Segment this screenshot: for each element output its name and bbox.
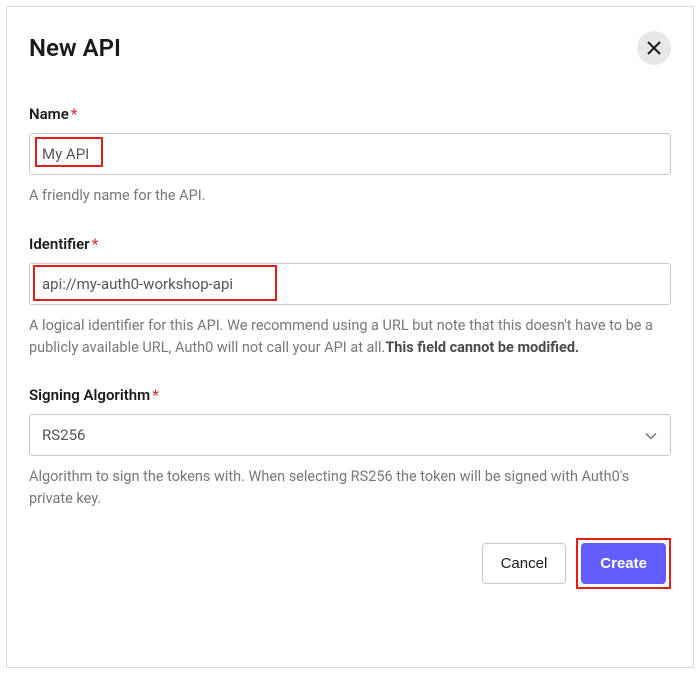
name-label-text: Name xyxy=(29,105,69,123)
name-helper-text: A friendly name for the API. xyxy=(29,185,671,207)
identifier-helper-text: A logical identifier for this API. We re… xyxy=(29,315,671,359)
dialog-title: New API xyxy=(29,34,121,62)
algorithm-label: Signing Algorithm* xyxy=(29,386,671,404)
identifier-field-group: Identifier* A logical identifier for thi… xyxy=(29,235,671,359)
identifier-label: Identifier* xyxy=(29,235,671,253)
algorithm-helper-text: Algorithm to sign the tokens with. When … xyxy=(29,466,671,510)
create-button[interactable]: Create xyxy=(581,543,666,584)
name-field-group: Name* A friendly name for the API. xyxy=(29,105,671,207)
algorithm-field-group: Signing Algorithm* RS256 Algorithm to si… xyxy=(29,386,671,510)
required-indicator: * xyxy=(152,386,159,404)
algorithm-select-wrap: RS256 xyxy=(29,414,671,456)
algorithm-label-text: Signing Algorithm xyxy=(29,386,150,404)
identifier-input-wrap xyxy=(29,263,671,305)
required-indicator: * xyxy=(71,105,78,123)
close-icon xyxy=(647,41,661,55)
name-input[interactable] xyxy=(29,133,671,175)
identifier-helper-bold: This field cannot be modified. xyxy=(385,339,579,356)
required-indicator: * xyxy=(92,235,99,253)
close-button[interactable] xyxy=(637,31,671,65)
name-input-wrap xyxy=(29,133,671,175)
create-highlight: Create xyxy=(576,538,671,589)
cancel-button[interactable]: Cancel xyxy=(482,543,567,584)
dialog-header: New API xyxy=(29,31,671,65)
algorithm-selected-value: RS256 xyxy=(42,426,85,444)
identifier-label-text: Identifier xyxy=(29,235,90,253)
algorithm-select[interactable]: RS256 xyxy=(29,414,671,456)
dialog-footer: Cancel Create xyxy=(29,538,671,589)
name-label: Name* xyxy=(29,105,671,123)
identifier-input[interactable] xyxy=(29,263,671,305)
new-api-dialog: New API Name* A friendly name for the AP… xyxy=(6,6,694,668)
